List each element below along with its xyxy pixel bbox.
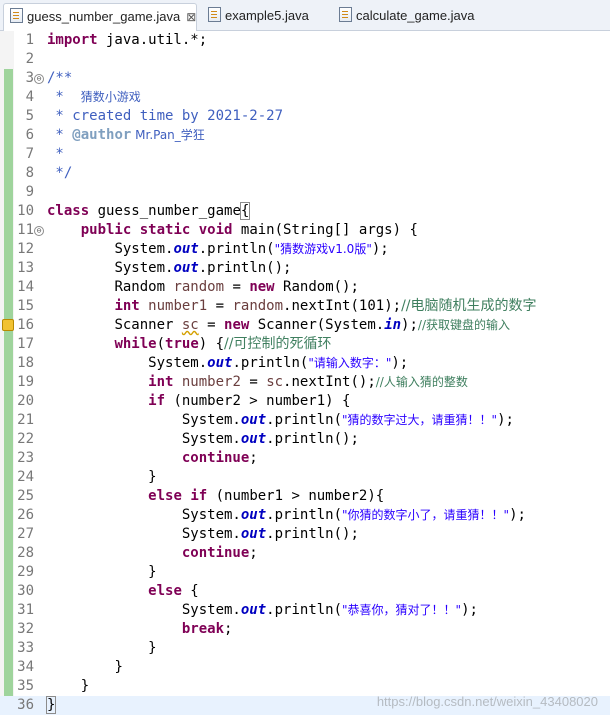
code-line[interactable]: } [47,677,89,696]
code-line[interactable]: System.out.println("猜的数字过大，请重猜！！"); [47,411,514,430]
line-number: 32 [17,621,34,637]
line-number: 28 [17,545,34,561]
line-number: 22 [17,431,34,447]
java-file-icon [208,7,221,22]
code-line[interactable]: break; [47,620,233,639]
code-line[interactable]: continue; [47,544,258,563]
java-file-icon [10,8,23,23]
code-line[interactable]: System.out.println(); [47,259,291,278]
line-number: 10 [17,203,34,219]
close-icon[interactable]: ⊠ [186,10,196,24]
line-number: 3 [25,70,34,86]
code-line[interactable]: System.out.println(); [47,430,359,449]
line-number: 14 [17,279,34,295]
code-line[interactable]: continue; [47,449,258,468]
line-number: 36 [17,697,34,713]
code-line[interactable]: System.out.println("恭喜你，猜对了！！"); [47,601,478,620]
line-number: 2 [25,51,34,67]
code-editor[interactable]: 1 import java.util.*; 2 3 ⊖/** 4 * 猜数小游戏 5… [0,31,610,715]
code-line[interactable]: * @author Mr.Pan_学狂 [47,126,204,145]
bracket-match: { [239,202,251,220]
line-number: 26 [17,507,34,523]
tab-calculate-game[interactable]: calculate_game.java [333,3,483,29]
fold-icon[interactable]: ⊖ [34,226,44,236]
line-number: 23 [17,450,34,466]
code-line[interactable]: import java.util.*; [47,31,207,50]
code-line[interactable]: System.out.println("你猜的数字小了，请重猜！！"); [47,506,526,525]
text-caret [55,697,57,713]
code-line[interactable]: } [45,696,57,715]
tab-guess-number-game[interactable]: guess_number_game.java ⊠ [3,3,197,31]
line-number: 12 [17,241,34,257]
line-number: 1 [25,32,34,48]
java-file-icon [339,7,352,22]
tab-label: example5.java [225,8,309,23]
code-line[interactable]: } [47,639,156,658]
line-number: 13 [17,260,34,276]
line-number: 11 [17,222,34,238]
code-line[interactable]: } [47,563,156,582]
line-number: 33 [17,640,34,656]
code-line[interactable]: while(true) {//可控制的死循环 [47,335,331,354]
code-line[interactable]: * 猜数小游戏 [47,88,140,107]
code-line[interactable]: } [47,658,122,677]
tab-label: calculate_game.java [356,8,475,23]
code-line[interactable]: if (number2 > number1) { [47,392,350,411]
code-line[interactable]: * created time by 2021-2-27 [47,107,283,126]
line-number: 34 [17,659,34,675]
line-number: 31 [17,602,34,618]
code-line[interactable]: int number1 = random.nextInt(101);//电脑随机… [47,297,536,316]
line-number: 18 [17,355,34,371]
line-number: 21 [17,412,34,428]
code-line[interactable]: public static void main(String[] args) { [47,221,418,240]
tab-example5[interactable]: example5.java [202,3,322,29]
line-number: 24 [17,469,34,485]
line-number: 17 [17,336,34,352]
line-number: 25 [17,488,34,504]
code-line[interactable]: int number2 = sc.nextInt();//人输入猜的整数 [47,373,468,392]
warning-icon[interactable] [2,319,14,331]
watermark: https://blog.csdn.net/weixin_43408020 [376,694,598,709]
line-number: 35 [17,678,34,694]
code-line[interactable]: } [47,468,156,487]
line-number: 5 [25,108,34,124]
code-line[interactable]: System.out.println(); [47,525,359,544]
line-number: 4 [25,89,34,105]
code-line[interactable]: /** [47,69,72,88]
tab-label: guess_number_game.java [27,9,181,24]
code-line[interactable]: System.out.println("请输入数字："); [47,354,408,373]
code-line[interactable]: else if (number1 > number2){ [47,487,384,506]
line-number: 9 [25,184,34,200]
code-line[interactable]: class guess_number_game{ [47,202,251,221]
line-number: 7 [25,146,34,162]
code-line[interactable]: * [47,145,63,164]
line-number: 20 [17,393,34,409]
line-number: 6 [25,127,34,143]
line-number: 15 [17,298,34,314]
code-line[interactable]: else { [47,582,199,601]
code-line[interactable]: */ [47,164,72,183]
line-number: 8 [25,165,34,181]
fold-icon[interactable]: ⊖ [34,74,44,84]
line-number: 16 [17,317,34,333]
line-number: 19 [17,374,34,390]
line-number: 29 [17,564,34,580]
line-number: 27 [17,526,34,542]
line-number: 30 [17,583,34,599]
code-line[interactable]: Random random = new Random(); [47,278,358,297]
code-line[interactable]: Scanner sc = new Scanner(System.in);//获取… [47,316,510,335]
editor-tab-bar: guess_number_game.java ⊠ example5.java ca… [0,0,610,31]
code-line[interactable]: System.out.println("猜数游戏v1.0版"); [47,240,388,259]
